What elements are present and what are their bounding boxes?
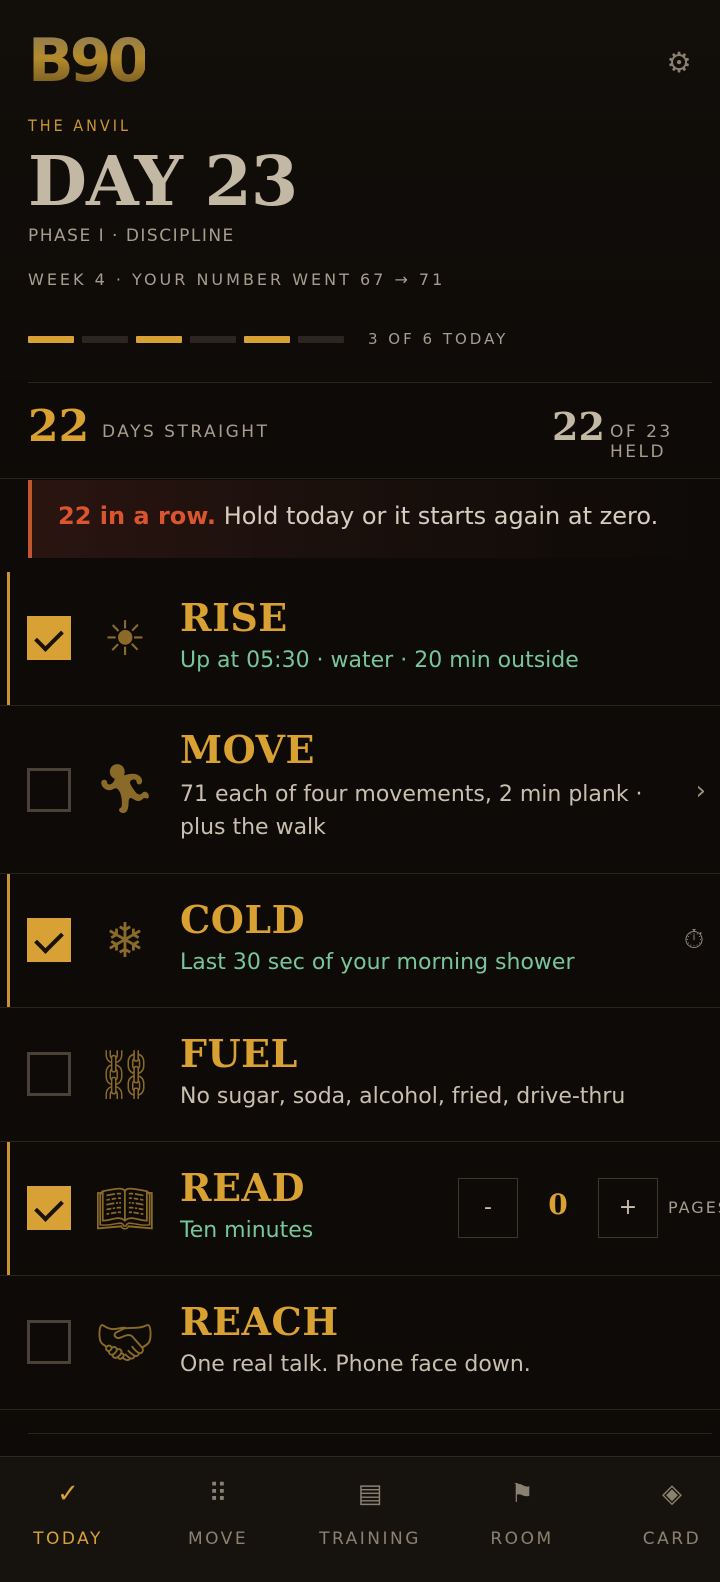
bottom-nav: ✓ TODAY ⠿ MOVE ▤ TRAINING ⚑ ROOM ◈ CARD <box>0 1456 720 1582</box>
snowflake-icon: ❄ <box>104 913 146 969</box>
task-subtitle: One real talk. Phone face down. <box>180 1352 531 1377</box>
task-read[interactable]: 📖︎ READ Ten minutes - 0 + PAGES <box>0 1142 720 1276</box>
task-checkbox[interactable] <box>27 616 71 660</box>
streak-warning-banner: 22 in a row. Hold today or it starts aga… <box>28 480 720 558</box>
task-subtitle: Ten minutes <box>180 1218 314 1243</box>
gear-icon[interactable]: ⚙ <box>664 48 694 78</box>
nav-label: ROOM <box>490 1529 554 1549</box>
book-icon: 📖︎ <box>94 1181 156 1237</box>
task-subtitle: Last 30 sec of your morning shower <box>180 950 575 975</box>
nav-item-card[interactable]: ◈ CARD <box>622 1457 720 1582</box>
kicker-label: THE ANVIL <box>28 116 131 135</box>
phase-label: PHASE I · DISCIPLINE <box>28 226 235 246</box>
held-label: OF 23 HELD <box>610 422 673 462</box>
stopwatch-icon[interactable]: ⏱ <box>680 926 708 954</box>
progress-segment <box>28 336 74 343</box>
task-title: REACH <box>180 1299 339 1344</box>
divider <box>28 1433 712 1434</box>
task-subtitle: 71 each of four movements, 2 min plank · <box>180 782 643 807</box>
task-subtitle: Up at 05:30 · water · 20 min outside <box>180 648 579 673</box>
increment-button[interactable]: + <box>598 1178 658 1238</box>
progress-segment <box>136 336 182 343</box>
pages-value: 0 <box>548 1188 568 1221</box>
nav-label: TRAINING <box>319 1529 421 1549</box>
task-fuel[interactable]: ⛓ FUEL No sugar, soda, alcohol, fried, d… <box>0 1008 720 1142</box>
nav-label: TODAY <box>33 1529 103 1549</box>
task-title: READ <box>180 1165 305 1210</box>
streak-label: DAYS STRAIGHT <box>102 422 270 442</box>
nav-label: MOVE <box>187 1529 249 1549</box>
progress-label: 3 OF 6 TODAY <box>368 330 509 348</box>
task-checkbox[interactable] <box>27 918 71 962</box>
divider <box>28 382 712 383</box>
task-title: FUEL <box>180 1031 298 1076</box>
task-move[interactable]: 🏃︎ MOVE 71 each of four movements, 2 min… <box>0 706 720 874</box>
nav-item-move[interactable]: ⠿ MOVE <box>168 1457 268 1582</box>
diamond-icon: ◈ <box>662 1479 682 1509</box>
flag-icon: ⚑ <box>510 1479 534 1509</box>
grid-icon: ⠿ <box>208 1479 228 1509</box>
list-icon: ▤ <box>357 1479 383 1509</box>
nav-label: CARD <box>642 1529 702 1549</box>
streak-value: 22 <box>28 401 90 452</box>
app-logo: B90 <box>28 26 149 96</box>
task-subtitle: No sugar, soda, alcohol, fried, drive-th… <box>180 1084 626 1109</box>
task-checkbox[interactable] <box>27 1186 71 1230</box>
progress-segment <box>244 336 290 343</box>
progress-segment <box>82 336 128 343</box>
task-title: RISE <box>180 595 288 640</box>
page-title: DAY 23 <box>28 142 298 222</box>
nav-item-room[interactable]: ⚑ ROOM <box>472 1457 572 1582</box>
task-subtitle-line2: plus the walk <box>180 815 326 840</box>
sun-icon: ☀ <box>103 611 147 667</box>
week-line: WEEK 4 · YOUR NUMBER WENT 67 → 71 <box>28 270 446 289</box>
nav-item-today[interactable]: ✓ TODAY <box>18 1457 118 1582</box>
task-rise[interactable]: ☀ RISE Up at 05:30 · water · 20 min outs… <box>0 572 720 706</box>
handshake-icon: 🤝︎ <box>94 1315 156 1371</box>
chevron-right-icon[interactable]: › <box>696 776 706 806</box>
task-checkbox[interactable] <box>27 1320 71 1364</box>
banner-strong: 22 in a row. <box>58 502 217 530</box>
decrement-button[interactable]: - <box>458 1178 518 1238</box>
banner-message: Hold today or it starts again at zero. <box>216 502 659 530</box>
chain-icon: ⛓ <box>94 1047 156 1103</box>
banner-text: 22 in a row. Hold today or it starts aga… <box>58 502 658 530</box>
divider <box>0 478 720 479</box>
task-title: MOVE <box>180 727 315 772</box>
check-icon: ✓ <box>57 1479 79 1509</box>
progress-segment <box>298 336 344 343</box>
task-cold[interactable]: ❄ COLD Last 30 sec of your morning showe… <box>0 874 720 1008</box>
runner-icon: 🏃︎ <box>94 761 156 817</box>
task-checkbox[interactable] <box>27 1052 71 1096</box>
held-value: 22 <box>552 404 605 449</box>
task-title: COLD <box>180 897 306 942</box>
task-checkbox[interactable] <box>27 768 71 812</box>
task-reach[interactable]: 🤝︎ REACH One real talk. Phone face down. <box>0 1276 720 1410</box>
pages-unit-label: PAGES <box>668 1198 720 1217</box>
nav-item-training[interactable]: ▤ TRAINING <box>310 1457 430 1582</box>
progress-segment <box>190 336 236 343</box>
header: B90 ⚙ THE ANVIL DAY 23 PHASE I · DISCIPL… <box>0 0 720 380</box>
